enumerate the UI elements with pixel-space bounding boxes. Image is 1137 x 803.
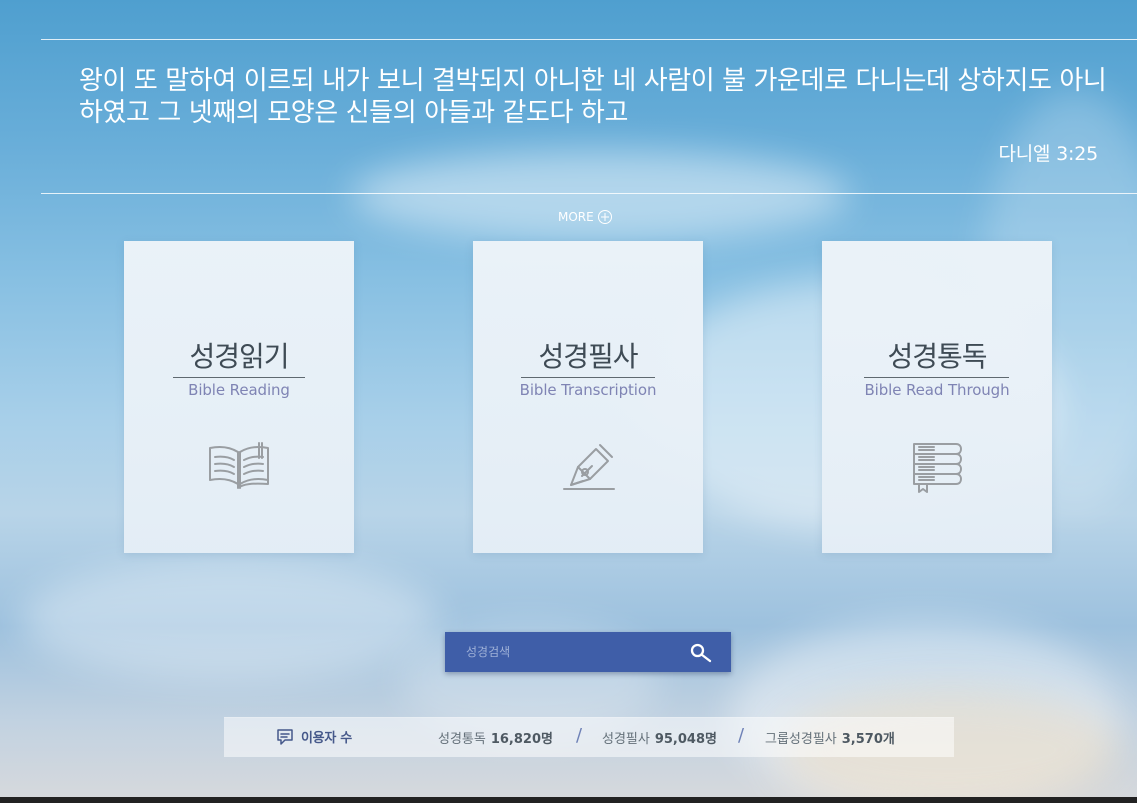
group-bible-transcription-count: 그룹성경필사 3,570개 bbox=[765, 728, 895, 747]
card-title-divider bbox=[521, 377, 655, 378]
stat-separator: / bbox=[738, 725, 745, 746]
card-title-bible-reading: 성경읽기 bbox=[189, 340, 289, 373]
cloud-background bbox=[730, 620, 1120, 803]
more-link[interactable]: MORE bbox=[558, 209, 612, 225]
bottom-divider bbox=[0, 797, 1137, 803]
bible-search-box bbox=[445, 632, 731, 672]
card-title-bible-read-through: 성경통독 bbox=[887, 340, 987, 373]
bible-transcription-card[interactable]: 성경필사 Bible Transcription bbox=[473, 241, 703, 553]
user-count-heading: 이용자 수 bbox=[276, 727, 352, 746]
bible-search-input[interactable] bbox=[445, 632, 671, 672]
stat-label: 그룹성경필사 bbox=[765, 732, 837, 747]
card-subtitle-bible-transcription: Bible Transcription bbox=[519, 381, 657, 399]
cloud-background bbox=[350, 150, 850, 240]
bible-reading-card[interactable]: 성경읽기 Bible Reading bbox=[124, 241, 354, 553]
verse-bottom-divider bbox=[41, 193, 1137, 194]
stat-value: 16,820명 bbox=[490, 732, 553, 747]
user-statistics-bar: 이용자 수 성경통독 16,820명 / 성경필사 95,048명 / 그룹성경… bbox=[224, 717, 954, 757]
bible-transcription-user-count: 성경필사 95,048명 bbox=[602, 728, 717, 747]
bible-read-through-user-count: 성경통독 16,820명 bbox=[438, 728, 553, 747]
user-count-label: 이용자 수 bbox=[301, 731, 352, 746]
stat-value: 3,570개 bbox=[841, 732, 895, 747]
stacked-books-icon bbox=[913, 443, 962, 493]
fountain-pen-icon bbox=[563, 444, 615, 490]
more-label: MORE bbox=[558, 210, 594, 224]
stat-label: 성경통독 bbox=[438, 732, 486, 747]
main-menu-cards: 성경읽기 Bible Reading 성경필사 Bible Transcript… bbox=[124, 241, 1052, 553]
bible-read-through-card[interactable]: 성경통독 Bible Read Through bbox=[822, 241, 1052, 553]
card-title-divider bbox=[864, 377, 1009, 378]
speech-bubble-icon bbox=[277, 728, 293, 745]
card-subtitle-bible-reading: Bible Reading bbox=[188, 381, 290, 399]
stat-value: 95,048명 bbox=[654, 732, 717, 747]
stat-label: 성경필사 bbox=[602, 732, 650, 747]
open-book-icon bbox=[209, 442, 269, 489]
search-icon bbox=[690, 643, 712, 663]
card-subtitle-bible-read-through: Bible Read Through bbox=[864, 381, 1010, 399]
search-button[interactable] bbox=[671, 632, 731, 672]
verse-reference: 다니엘 3:25 bbox=[998, 143, 1098, 165]
cloud-background bbox=[20, 560, 440, 680]
card-title-bible-transcription: 성경필사 bbox=[538, 340, 638, 373]
verse-top-divider bbox=[41, 39, 1137, 40]
card-title-divider bbox=[173, 377, 305, 378]
stat-separator: / bbox=[576, 725, 583, 746]
daily-verse-text: 왕이 또 말하여 이르되 내가 보니 결박되지 아니한 네 사람이 불 가운데로… bbox=[79, 66, 1107, 128]
plus-circle-icon bbox=[597, 210, 612, 224]
